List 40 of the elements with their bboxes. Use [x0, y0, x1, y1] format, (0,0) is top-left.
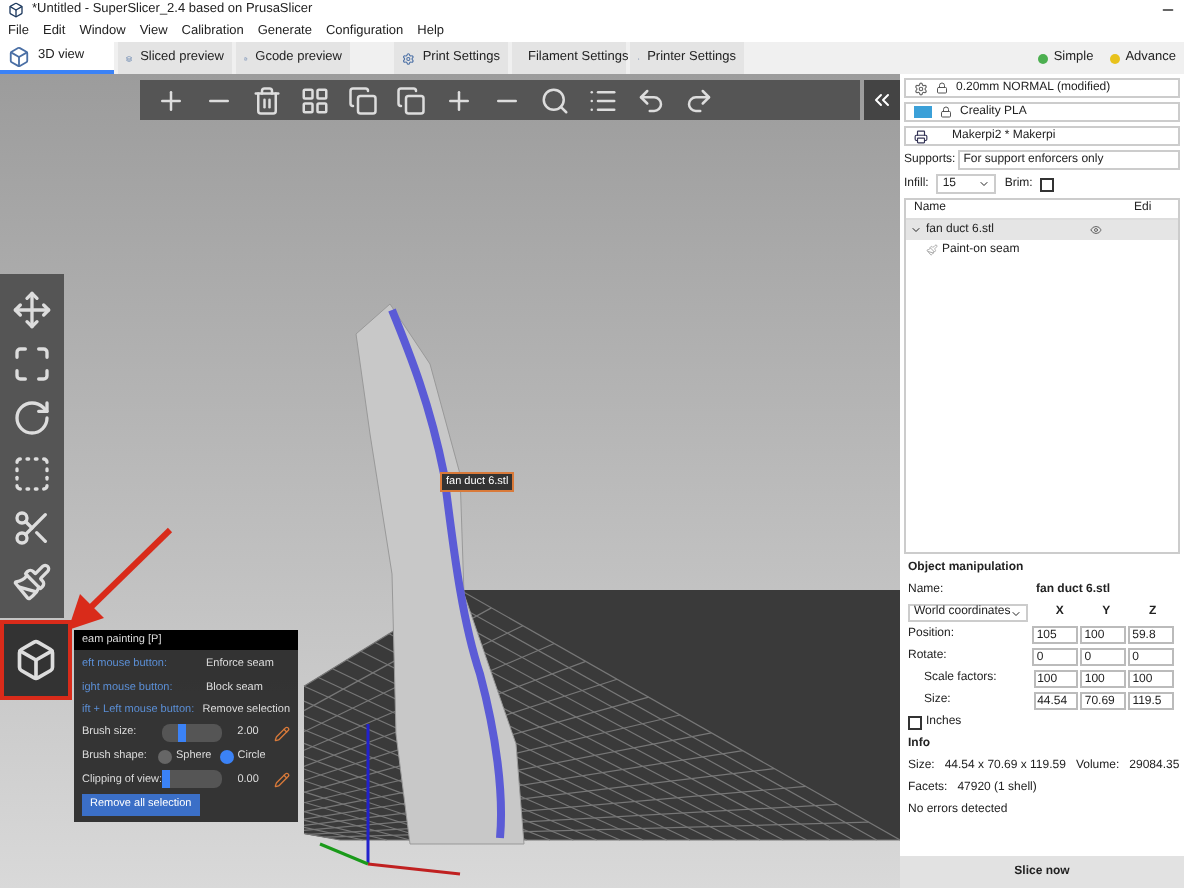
caret-icon	[978, 178, 991, 190]
grid-icon[interactable]	[300, 85, 330, 115]
inches-checkbox[interactable]	[908, 716, 922, 730]
gear-icon	[402, 47, 415, 69]
slider-thumb[interactable]	[162, 770, 171, 789]
copy-icon[interactable]	[348, 85, 378, 115]
brush-icon[interactable]	[12, 562, 52, 603]
app-logo-icon	[8, 2, 24, 18]
move-icon[interactable]	[12, 289, 52, 330]
eye-icon	[1090, 224, 1102, 236]
search-icon[interactable]	[540, 85, 570, 115]
slider-track[interactable]	[162, 724, 222, 742]
collapse-sidebar-button[interactable]	[864, 80, 900, 120]
caret-icon	[1010, 607, 1023, 619]
cut-icon[interactable]	[12, 507, 52, 548]
edit-icon[interactable]	[274, 725, 290, 741]
cube-icon	[14, 638, 58, 682]
expand-icon[interactable]	[910, 224, 922, 236]
slider-thumb[interactable]	[177, 724, 186, 742]
delete-icon[interactable]	[252, 85, 282, 115]
seam-tool-button[interactable]	[0, 620, 72, 700]
brush-icon	[926, 244, 938, 256]
rotate-icon[interactable]	[12, 398, 52, 439]
edit-icon[interactable]	[274, 771, 291, 788]
filament-color-swatch	[914, 106, 932, 118]
cube-icon	[8, 45, 30, 67]
lock-icon	[936, 82, 948, 94]
plus-icon[interactable]	[444, 85, 474, 115]
add-icon[interactable]	[156, 85, 186, 115]
lock-icon	[940, 106, 952, 118]
brim-checkbox[interactable]	[1040, 177, 1055, 191]
undo-icon[interactable]	[636, 85, 666, 115]
annotation-arrow	[68, 527, 173, 630]
paste-icon[interactable]	[396, 85, 426, 115]
slider-track[interactable]	[162, 770, 223, 789]
gear-icon	[914, 81, 928, 95]
list-icon[interactable]	[588, 85, 618, 115]
chevrons-left-icon	[870, 88, 894, 112]
scale-icon[interactable]	[12, 343, 52, 384]
redo-icon[interactable]	[684, 85, 714, 115]
